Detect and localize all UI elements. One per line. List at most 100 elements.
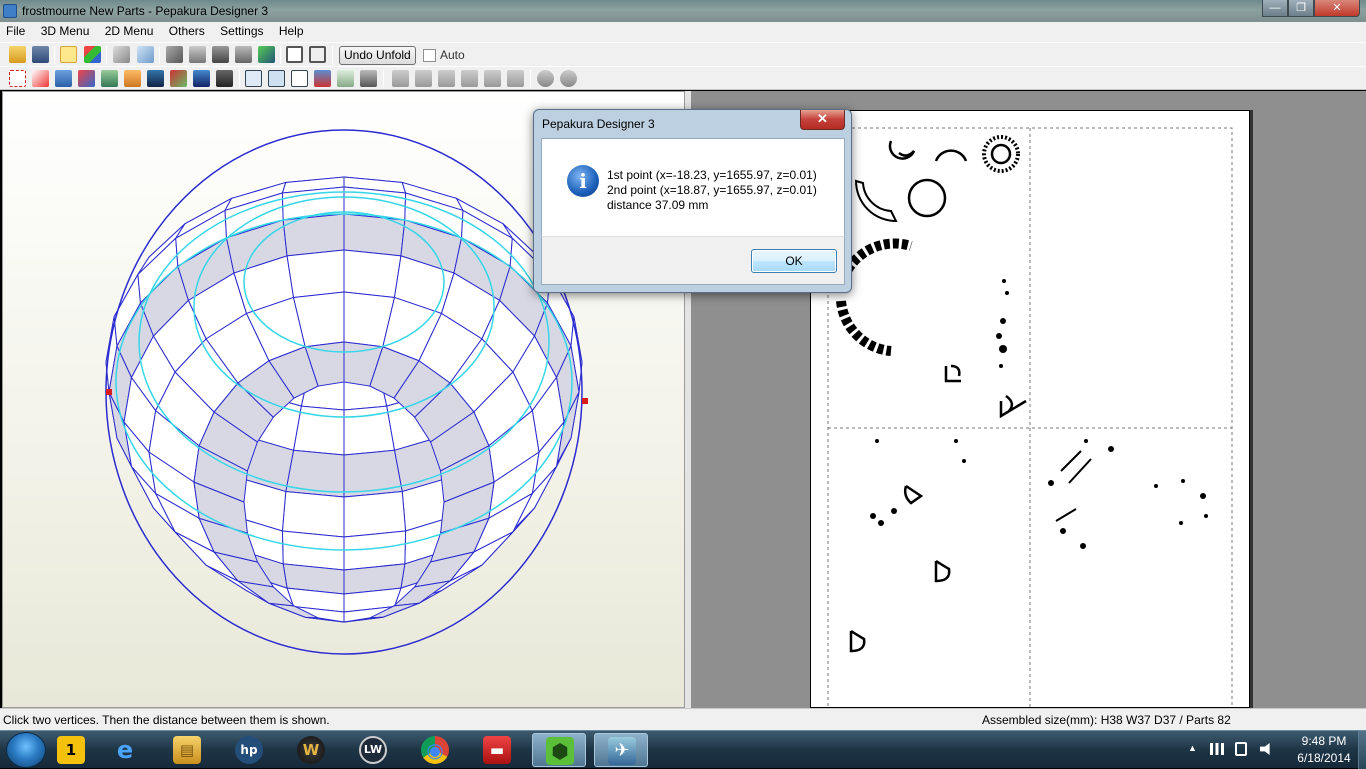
align-left-icon[interactable] [392, 70, 409, 87]
taskbar-wow[interactable]: W [284, 733, 338, 767]
volume-icon[interactable] [1260, 743, 1270, 755]
selected-vertex-marker[interactable] [106, 389, 112, 395]
menu-help[interactable]: Help [273, 22, 310, 38]
part-scatter-a [1055, 450, 1092, 522]
menu-2d[interactable]: 2D Menu [99, 22, 160, 38]
print-layout-icon[interactable] [314, 70, 331, 87]
save-icon[interactable] [32, 46, 49, 63]
layout-single-icon[interactable] [286, 46, 303, 63]
taskbar-green-app[interactable]: ⬢ [532, 733, 586, 767]
align-bottom-icon[interactable] [507, 70, 524, 87]
open-folder-icon[interactable] [9, 46, 26, 63]
distance-text: distance 37.09 mm [607, 198, 709, 212]
menu-settings[interactable]: Settings [214, 22, 269, 38]
rotate-part-icon[interactable] [170, 70, 187, 87]
align-top-icon[interactable] [461, 70, 478, 87]
mesh-face [343, 491, 407, 538]
menu-others[interactable]: Others [163, 22, 211, 38]
paper-sheet[interactable] [810, 110, 1251, 719]
part-ring-small [888, 140, 916, 160]
toolbar-separator [332, 46, 333, 64]
align-center-icon[interactable] [415, 70, 432, 87]
page-one-icon[interactable] [291, 70, 308, 87]
mesh-face [343, 213, 406, 257]
menu-bar: File 3D Menu 2D Menu Others Settings Hel… [0, 22, 1366, 42]
pepakura-icon: ✈ [608, 737, 636, 765]
undo-unfold-button[interactable]: Undo Unfold [339, 46, 416, 65]
part-small-d [934, 559, 951, 583]
mesh-face [292, 405, 345, 456]
show-desktop-button[interactable] [1358, 731, 1366, 769]
close-button[interactable]: ✕ [1314, 0, 1360, 17]
cylinder-icon[interactable] [189, 46, 206, 63]
align-right-icon[interactable] [438, 70, 455, 87]
maximize-button[interactable]: ❐ [1288, 0, 1314, 17]
toolbar-separator [383, 70, 384, 88]
flap-icon[interactable] [235, 46, 252, 63]
rotate-90-ccw-icon[interactable] [537, 70, 554, 87]
print-icon[interactable] [360, 70, 377, 87]
dialog-body: i 1st point (x=-18.23, y=1655.97, z=0.01… [541, 138, 845, 236]
taskbar-internet-explorer[interactable]: e [98, 733, 152, 767]
window-titlebar: frostmourne New Parts - Pepakura Designe… [0, 0, 1366, 22]
clock-time[interactable]: 9:48 PM [1294, 734, 1354, 748]
start-button[interactable] [6, 732, 46, 768]
part-flap-strip-bottom [836, 300, 892, 356]
page-guides [827, 127, 1233, 719]
menu-3d[interactable]: 3D Menu [35, 22, 96, 38]
taskbar-pepakura[interactable]: ✈ [594, 733, 648, 767]
paint-icon[interactable] [78, 70, 95, 87]
page-setup-icon[interactable] [337, 70, 354, 87]
dialog-close-button[interactable]: ✕ [800, 110, 845, 130]
1password-icon: 1 [57, 736, 85, 764]
taskbar-1password[interactable]: 1 [44, 733, 98, 767]
unfold-icon[interactable] [137, 46, 154, 63]
unfolded-parts[interactable] [811, 111, 1251, 719]
wow-icon: W [297, 736, 325, 764]
anchor-icon[interactable] [212, 46, 229, 63]
assembled-size: Assembled size(mm): H38 W37 D37 / Parts … [982, 713, 1231, 727]
select-vertex-icon[interactable] [32, 70, 49, 87]
mesh-face [282, 213, 345, 257]
rotate-90-cw-icon[interactable] [560, 70, 577, 87]
taskbar-file-explorer[interactable]: ▤ [160, 733, 214, 767]
auto-checkbox[interactable] [423, 49, 436, 62]
taskbar-lightwave[interactable]: LW [346, 733, 400, 767]
part-arc-strip [854, 179, 898, 223]
redo-icon[interactable] [216, 70, 233, 87]
window-title: frostmourne New Parts - Pepakura Designe… [22, 4, 269, 18]
tray-expand-icon[interactable]: ▲ [1188, 743, 1197, 753]
texture-icon[interactable] [258, 46, 275, 63]
image-icon[interactable] [147, 70, 164, 87]
minimize-button[interactable]: — [1262, 0, 1288, 17]
battery-icon[interactable] [1235, 742, 1247, 756]
mesh-face [343, 249, 402, 299]
join-icon[interactable] [101, 70, 118, 87]
ok-button[interactable]: OK [751, 249, 837, 273]
taskbar-toolbox[interactable]: ▬ [470, 733, 524, 767]
toolbar-separator [159, 46, 160, 64]
taskbar-hp[interactable]: hp [222, 733, 276, 767]
taskbar-chrome[interactable]: ◉ [408, 733, 462, 767]
clock-date[interactable]: 6/18/2014 [1289, 751, 1359, 765]
edge-icon[interactable] [124, 70, 141, 87]
selected-vertex-marker[interactable] [582, 398, 588, 404]
part-circle [907, 178, 947, 218]
folder-icon: ▤ [173, 736, 201, 764]
network-signal-icon[interactable] [1210, 743, 1224, 755]
grid-icon[interactable] [55, 70, 72, 87]
lightbulb-icon[interactable] [60, 46, 77, 63]
box-icon[interactable] [113, 46, 130, 63]
align-middle-icon[interactable] [484, 70, 501, 87]
fit-icon[interactable] [245, 70, 262, 87]
select-rect-icon[interactable] [9, 70, 26, 87]
toolbar-2d [0, 66, 1366, 90]
pepakura-app-icon[interactable] [3, 4, 17, 18]
undo-icon[interactable] [193, 70, 210, 87]
pencil-icon[interactable] [166, 46, 183, 63]
layout-split-icon[interactable] [309, 46, 326, 63]
menu-file[interactable]: File [0, 22, 31, 38]
color-cube-icon[interactable] [84, 46, 101, 63]
toolbar-main: Undo Unfold Auto [0, 42, 1366, 66]
arrange-icon[interactable] [268, 70, 285, 87]
